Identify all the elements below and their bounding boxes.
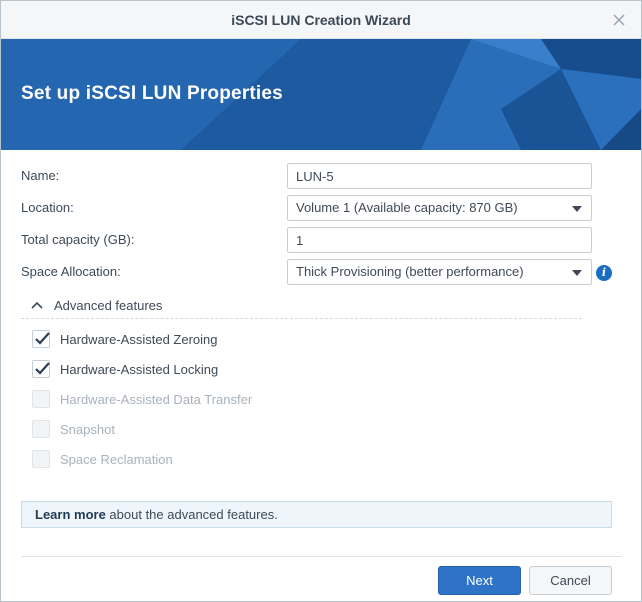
cancel-button[interactable]: Cancel [529,566,612,595]
checkmark-icon [35,332,50,345]
window-title: iSCSI LUN Creation Wizard [231,12,411,28]
footer-divider [21,556,622,557]
allocation-select-value: Thick Provisioning (better performance) [296,264,524,279]
learn-more-link[interactable]: Learn more [35,507,106,522]
allocation-label: Space Allocation: [21,264,121,279]
allocation-select[interactable]: Thick Provisioning (better performance) [287,259,592,285]
name-input[interactable] [287,163,592,189]
info-icon[interactable]: i [596,265,612,281]
location-select-value: Volume 1 (Available capacity: 870 GB) [296,200,518,215]
next-button[interactable]: Next [438,566,521,595]
option-label: Hardware-Assisted Data Transfer [60,392,253,407]
capacity-input[interactable] [287,227,592,253]
capacity-label: Total capacity (GB): [21,232,135,247]
option-label: Snapshot [60,422,115,437]
checkbox-disabled [32,450,50,468]
location-label: Location: [21,200,74,215]
title-bar: iSCSI LUN Creation Wizard [1,1,641,39]
option-label: Space Reclamation [60,452,173,467]
wizard-dialog: iSCSI LUN Creation Wizard Set up iSCSI L… [0,0,642,602]
chevron-up-icon [31,301,43,309]
checkbox[interactable] [32,330,50,348]
location-select[interactable]: Volume 1 (Available capacity: 870 GB) [287,195,592,221]
checkmark-icon [35,362,50,375]
checkbox[interactable] [32,360,50,378]
option-label: Hardware-Assisted Locking [60,362,219,377]
learn-more-text: about the advanced features. [105,507,278,522]
checkbox-disabled [32,420,50,438]
checkbox-disabled [32,390,50,408]
header-banner: Set up iSCSI LUN Properties [1,39,641,150]
chevron-down-icon [572,270,582,276]
close-icon[interactable] [609,10,629,30]
section-divider [21,318,582,319]
name-label: Name: [21,168,60,183]
chevron-down-icon [572,206,582,212]
learn-more-banner: Learn more about the advanced features. [21,501,612,528]
advanced-features-label: Advanced features [54,298,163,313]
page-title: Set up iSCSI LUN Properties [21,83,283,104]
option-label: Hardware-Assisted Zeroing [60,332,218,347]
